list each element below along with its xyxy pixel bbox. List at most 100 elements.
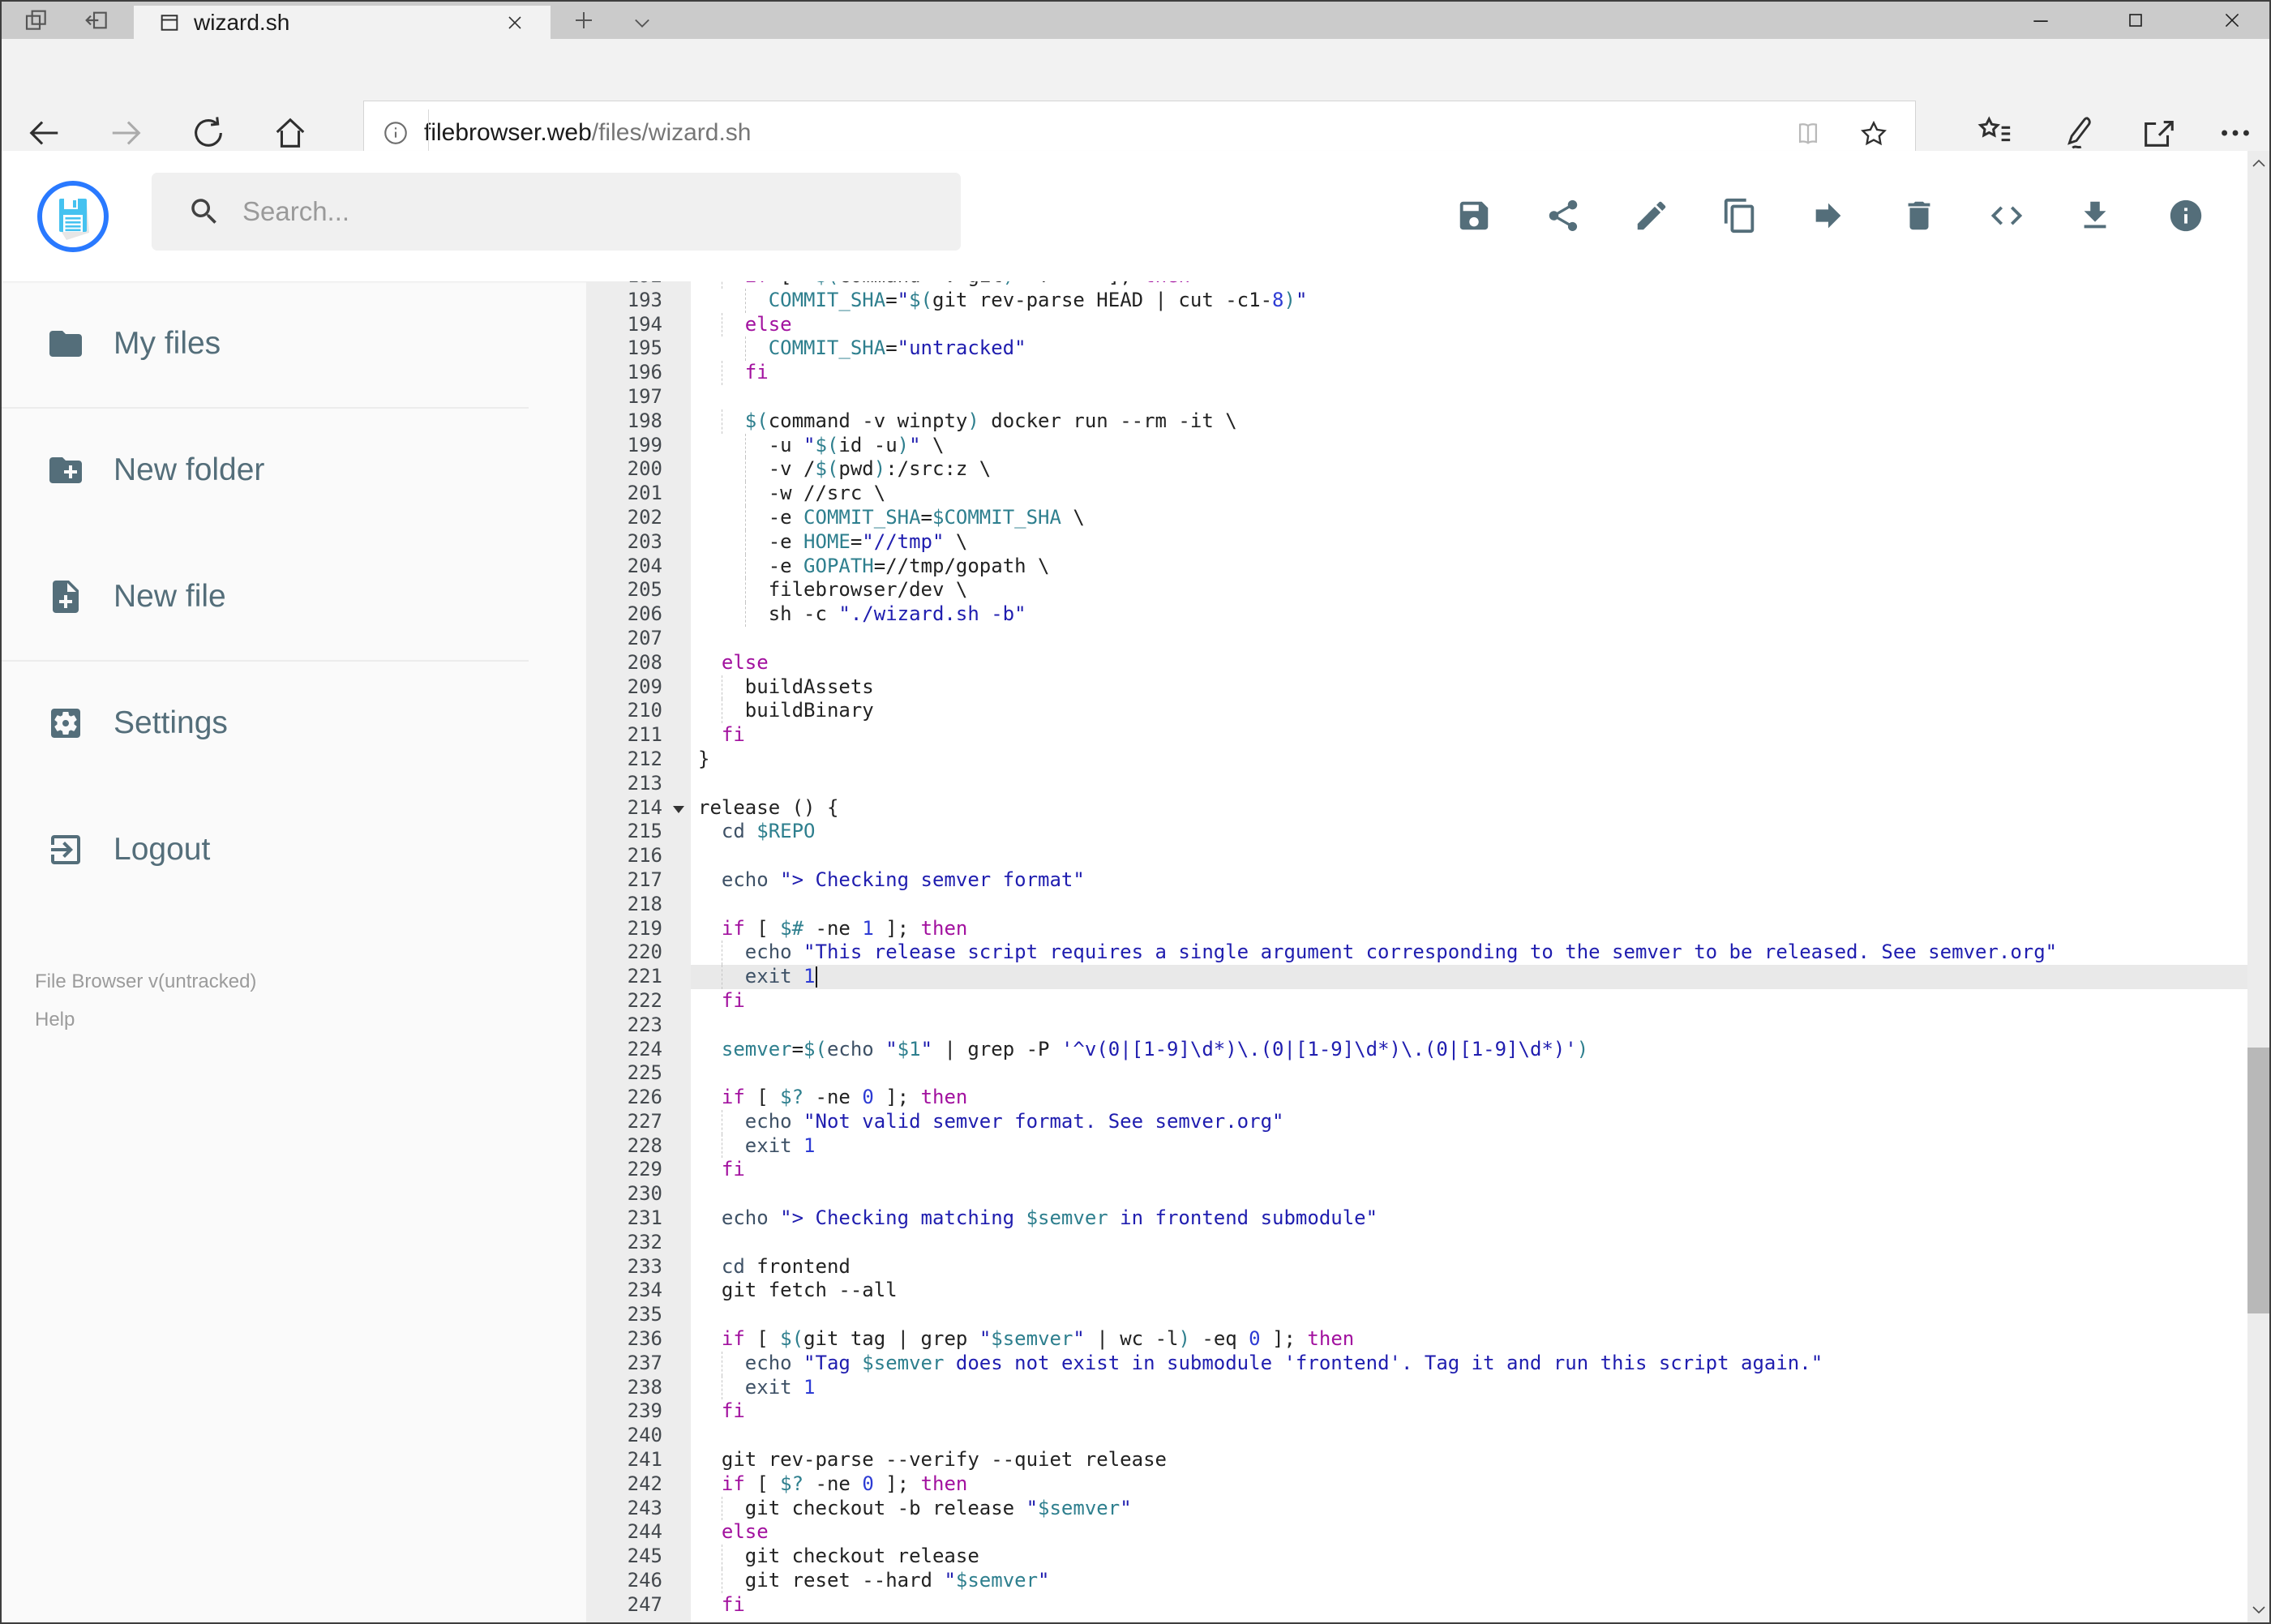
code-line[interactable]: 210 buildBinary (586, 699, 2247, 724)
more-menu-icon[interactable] (2217, 114, 2254, 152)
forward-icon[interactable] (108, 114, 145, 152)
code-line[interactable]: 213 (586, 772, 2247, 796)
code-line[interactable]: 215 cd $REPO (586, 820, 2247, 844)
code-line[interactable]: 209 buildAssets (586, 675, 2247, 700)
reading-view-icon[interactable] (1794, 120, 1822, 148)
edit-button[interactable] (1633, 197, 1670, 234)
site-info-icon[interactable] (382, 119, 409, 147)
code-line[interactable]: 201 -w //src \ (586, 482, 2247, 506)
code-line[interactable]: 237 echo "Tag $semver does not exist in s… (586, 1351, 2247, 1376)
delete-button[interactable] (1900, 197, 1938, 234)
restore-tabs-icon[interactable] (83, 6, 112, 35)
sidebar-item-logout[interactable]: Logout (2, 813, 529, 886)
code-line[interactable]: 236 if [ $(git tag | grep "$semver" | wc … (586, 1327, 2247, 1352)
minimize-button[interactable] (2016, 3, 2065, 37)
code-line[interactable]: 224 semver=$(echo "$1" | grep -P '^v(0|[1… (586, 1038, 2247, 1062)
fold-arrow-icon[interactable] (673, 805, 684, 813)
move-button[interactable] (1810, 197, 1847, 234)
favorites-hub-icon[interactable] (1976, 114, 2013, 152)
sidebar-item-my-files[interactable]: My files (2, 307, 529, 380)
code-line[interactable]: 243 git checkout -b release "$semver" (586, 1496, 2247, 1521)
info-button[interactable] (2167, 197, 2205, 234)
favorite-star-icon[interactable] (1858, 118, 1889, 149)
tab-close-icon[interactable] (505, 13, 525, 32)
code-editor[interactable]: 192if [ "$(command -v git)" != "" ]; the… (586, 281, 2247, 1622)
code-line[interactable]: 242 if [ $? -ne 0 ]; then (586, 1472, 2247, 1497)
code-line[interactable]: 233 cd frontend (586, 1255, 2247, 1279)
filebrowser-logo[interactable] (36, 179, 110, 254)
browser-tab[interactable]: wizard.sh (134, 6, 551, 39)
code-line[interactable]: 227 echo "Not valid semver format. See se… (586, 1109, 2247, 1134)
code-line[interactable]: 193 COMMIT_SHA="$(git rev-parse HEAD | cu… (586, 288, 2247, 313)
code-line[interactable]: 232 (586, 1231, 2247, 1255)
code-line[interactable]: 207 (586, 627, 2247, 651)
search-input[interactable] (241, 195, 893, 228)
code-line[interactable]: 217 echo "> Checking semver format" (586, 868, 2247, 893)
code-line[interactable]: 226 if [ $? -ne 0 ]; then (586, 1086, 2247, 1110)
save-button[interactable] (1455, 197, 1493, 234)
code-line[interactable]: 196 fi (586, 361, 2247, 385)
scrollbar-thumb[interactable] (2247, 1048, 2269, 1313)
code-line[interactable]: 220 echo "This release script requires a … (586, 941, 2247, 966)
annotate-pen-icon[interactable] (2057, 114, 2094, 152)
back-icon[interactable] (25, 114, 62, 152)
copy-button[interactable] (1721, 197, 1759, 234)
close-window-button[interactable] (2208, 3, 2256, 37)
code-line[interactable]: 240 (586, 1424, 2247, 1448)
code-line[interactable]: 203 -e HOME="//tmp" \ (586, 529, 2247, 555)
code-line[interactable]: 202 -e COMMIT_SHA=$COMMIT_SHA \ (586, 505, 2247, 530)
code-line[interactable]: 216 (586, 844, 2247, 868)
code-line[interactable]: 245 git checkout release (586, 1545, 2247, 1570)
code-line[interactable]: 223 (586, 1013, 2247, 1038)
code-line[interactable]: 238 exit 1 (586, 1375, 2247, 1400)
code-line[interactable]: 199 -u "$(id -u)" \ (586, 433, 2247, 458)
code-line[interactable]: 219 if [ $# -ne 1 ]; then (586, 917, 2247, 941)
code-line[interactable]: 204 -e GOPATH=//tmp/gopath \ (586, 554, 2247, 579)
code-line[interactable]: 218 (586, 893, 2247, 917)
share-page-icon[interactable] (2140, 114, 2177, 152)
code-line[interactable]: 235 (586, 1303, 2247, 1327)
code-line[interactable]: 194 else (586, 312, 2247, 337)
code-line[interactable]: 231 echo "> Checking matching $semver in … (586, 1206, 2247, 1231)
maximize-button[interactable] (2111, 3, 2160, 37)
sidebar-item-new-folder[interactable]: New folder (2, 434, 529, 507)
code-line[interactable]: 221 exit 1 (586, 965, 2247, 989)
set-tabs-aside-icon[interactable] (22, 6, 51, 35)
home-icon[interactable] (272, 114, 309, 152)
sidebar-item-new-file[interactable]: New file (2, 560, 529, 633)
code-line[interactable]: 197 (586, 385, 2247, 409)
code-line[interactable]: 228 exit 1 (586, 1133, 2247, 1159)
code-line[interactable]: 192if [ "$(command -v git)" != "" ]; the… (586, 281, 2247, 289)
code-line[interactable]: 195 COMMIT_SHA="untracked" (586, 336, 2247, 362)
code-line[interactable]: 222 fi (586, 989, 2247, 1013)
code-line[interactable]: 208 else (586, 651, 2247, 675)
download-button[interactable] (2076, 197, 2114, 234)
raw-code-button[interactable] (1988, 197, 2025, 234)
code-line[interactable]: 246 git reset --hard "$semver" (586, 1569, 2247, 1593)
code-line[interactable]: 239 fi (586, 1399, 2247, 1424)
code-line[interactable]: 206 sh -c "./wizard.sh -b" (586, 602, 2247, 627)
code-line[interactable]: 229 fi (586, 1158, 2247, 1182)
new-tab-icon[interactable] (569, 6, 598, 35)
code-line[interactable]: 241 git rev-parse --verify --quiet releas… (586, 1448, 2247, 1472)
code-line[interactable]: 225 (586, 1061, 2247, 1086)
code-line[interactable]: 200 -v /$(pwd):/src:z \ (586, 457, 2247, 482)
sidebar-item-settings[interactable]: Settings (2, 687, 529, 760)
tab-list-chevron-icon[interactable] (628, 8, 657, 37)
code-line[interactable]: 247 fi (586, 1593, 2247, 1618)
url-text[interactable]: filebrowser.web/files/wizard.sh (424, 119, 752, 147)
share-button[interactable] (1545, 197, 1582, 234)
search-bar[interactable] (152, 173, 961, 251)
page-scrollbar[interactable] (2247, 151, 2269, 1622)
code-line[interactable]: 234 git fetch --all (586, 1279, 2247, 1303)
refresh-icon[interactable] (190, 114, 227, 152)
help-link[interactable]: Help (35, 1009, 75, 1031)
scroll-up-icon[interactable] (2247, 151, 2269, 175)
code-line[interactable]: 212} (586, 748, 2247, 772)
code-line[interactable]: 230 (586, 1182, 2247, 1206)
code-line[interactable]: 198 $(command -v winpty) docker run --rm … (586, 409, 2247, 434)
code-line[interactable]: 211 fi (586, 723, 2247, 748)
code-line[interactable]: 244 else (586, 1520, 2247, 1545)
code-line[interactable]: 214 release () { (586, 796, 2247, 821)
scroll-down-icon[interactable] (2247, 1598, 2269, 1622)
